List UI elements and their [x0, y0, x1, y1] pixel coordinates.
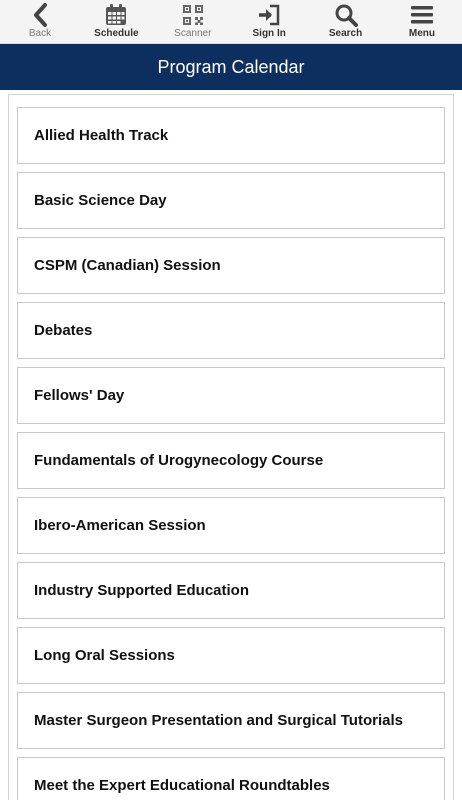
search-icon [334, 1, 358, 28]
list-item[interactable]: Long Oral Sessions [17, 627, 445, 684]
list-item[interactable]: Ibero-American Session [17, 497, 445, 554]
list-item[interactable]: Allied Health Track [17, 107, 445, 164]
list-item[interactable]: Basic Science Day [17, 172, 445, 229]
list-item[interactable]: Industry Supported Education [17, 562, 445, 619]
chevron-left-icon [32, 1, 48, 28]
list-item-label: Long Oral Sessions [34, 647, 175, 664]
content-panel: Allied Health Track Basic Science Day CS… [8, 94, 454, 800]
sign-in-button[interactable]: Sign In [233, 0, 305, 44]
sign-in-label: Sign In [252, 28, 286, 39]
page-title-bar: Program Calendar [0, 44, 462, 90]
qr-code-icon [182, 1, 204, 28]
program-list: Allied Health Track Basic Science Day CS… [17, 107, 445, 800]
list-item-label: Industry Supported Education [34, 582, 250, 599]
list-item-label: Basic Science Day [34, 192, 167, 209]
list-item[interactable]: Fellows' Day [17, 367, 445, 424]
schedule-button[interactable]: Schedule [80, 0, 152, 44]
list-item[interactable]: Master Surgeon Presentation and Surgical… [17, 692, 445, 749]
list-item-label: Debates [34, 322, 93, 339]
list-item[interactable]: Fundamentals of Urogynecology Course [17, 432, 445, 489]
sign-in-icon [257, 1, 281, 28]
list-item-label: Ibero-American Session [34, 517, 206, 534]
menu-label: Menu [408, 28, 435, 39]
list-item[interactable]: Debates [17, 302, 445, 359]
back-label: Back [28, 28, 52, 39]
list-item-label: Fundamentals of Urogynecology Course [34, 452, 324, 469]
list-item[interactable]: Meet the Expert Educational Roundtables [17, 757, 445, 800]
back-button[interactable]: Back [4, 0, 76, 44]
hamburger-menu-icon [410, 1, 434, 28]
list-item[interactable]: CSPM (Canadian) Session [17, 237, 445, 294]
calendar-icon [104, 1, 128, 28]
list-item-label: CSPM (Canadian) Session [34, 257, 221, 274]
list-item-label: Allied Health Track [34, 127, 169, 144]
schedule-label: Schedule [94, 28, 139, 39]
scanner-label: Scanner [174, 28, 212, 39]
search-button[interactable]: Search [310, 0, 382, 44]
list-item-label: Meet the Expert Educational Roundtables [34, 777, 330, 794]
page-title: Program Calendar [157, 56, 305, 77]
search-label: Search [328, 28, 363, 39]
top-toolbar: Back Schedule Scanner Sign In Search Men… [0, 0, 462, 44]
menu-button[interactable]: Menu [386, 0, 458, 44]
list-item-label: Fellows' Day [34, 387, 125, 404]
list-item-label: Master Surgeon Presentation and Surgical… [34, 712, 403, 729]
scanner-button[interactable]: Scanner [157, 0, 229, 44]
